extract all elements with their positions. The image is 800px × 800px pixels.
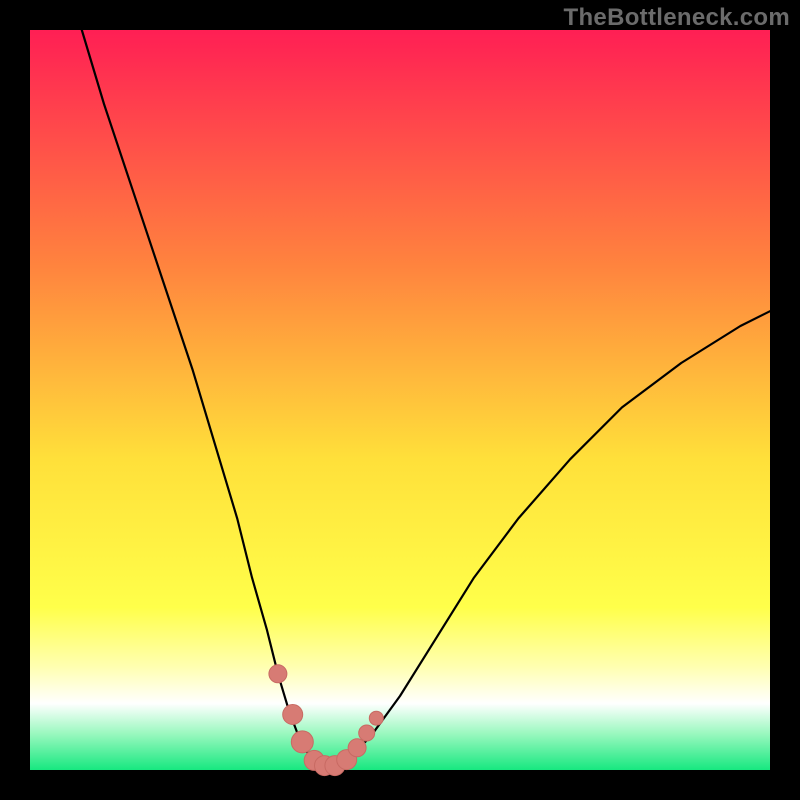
curve-marker	[269, 665, 287, 683]
curve-marker	[369, 711, 383, 725]
curve-marker	[359, 725, 375, 741]
watermark-text: TheBottleneck.com	[564, 4, 790, 32]
chart-frame: { "watermark": "TheBottleneck.com", "col…	[0, 0, 800, 800]
bottleneck-chart	[0, 0, 800, 800]
curve-marker	[348, 739, 366, 757]
curve-marker	[291, 731, 313, 753]
curve-marker	[283, 705, 303, 725]
gradient-background	[30, 30, 770, 770]
